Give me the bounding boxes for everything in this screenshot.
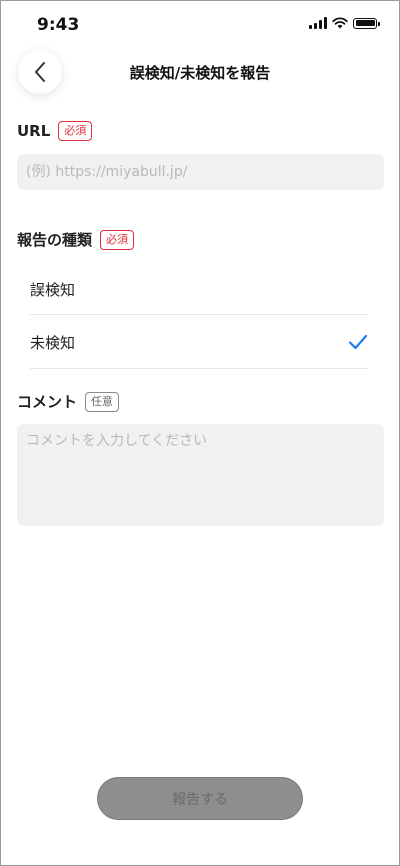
option-label: 未検知	[30, 333, 76, 352]
required-badge: 必須	[58, 121, 93, 141]
required-badge: 必須	[100, 229, 135, 250]
report-type-option-false-positive[interactable]: 誤検知	[30, 263, 368, 315]
report-type-label: 報告の種類	[17, 231, 93, 249]
divider	[30, 368, 368, 369]
comment-label-row: コメント 任意	[17, 391, 120, 412]
cellular-signal-icon	[309, 17, 327, 29]
status-time: 9:43	[37, 15, 80, 35]
report-type-option-false-negative[interactable]: 未検知	[30, 316, 368, 368]
report-type-label-row: 報告の種類 必須	[17, 229, 135, 250]
status-icons	[309, 17, 380, 29]
option-label: 誤検知	[30, 280, 76, 299]
url-label-row: URL 必須	[17, 121, 93, 141]
page-title: 誤検知/未検知を報告	[129, 64, 271, 82]
url-input[interactable]	[17, 154, 384, 190]
url-label: URL	[17, 122, 51, 140]
submit-report-button[interactable]: 報告する	[97, 777, 303, 820]
comment-textarea[interactable]	[17, 424, 384, 526]
status-bar: 9:43	[1, 1, 399, 47]
checkmark-icon	[348, 334, 368, 350]
comment-label: コメント	[17, 393, 78, 411]
wifi-icon	[332, 17, 348, 29]
divider	[30, 314, 368, 315]
screen: 9:43 誤検知/未検知を報告 URL 必須 報告の種類 必須 誤検知	[0, 0, 400, 866]
battery-icon	[353, 17, 380, 29]
optional-badge: 任意	[85, 391, 120, 412]
